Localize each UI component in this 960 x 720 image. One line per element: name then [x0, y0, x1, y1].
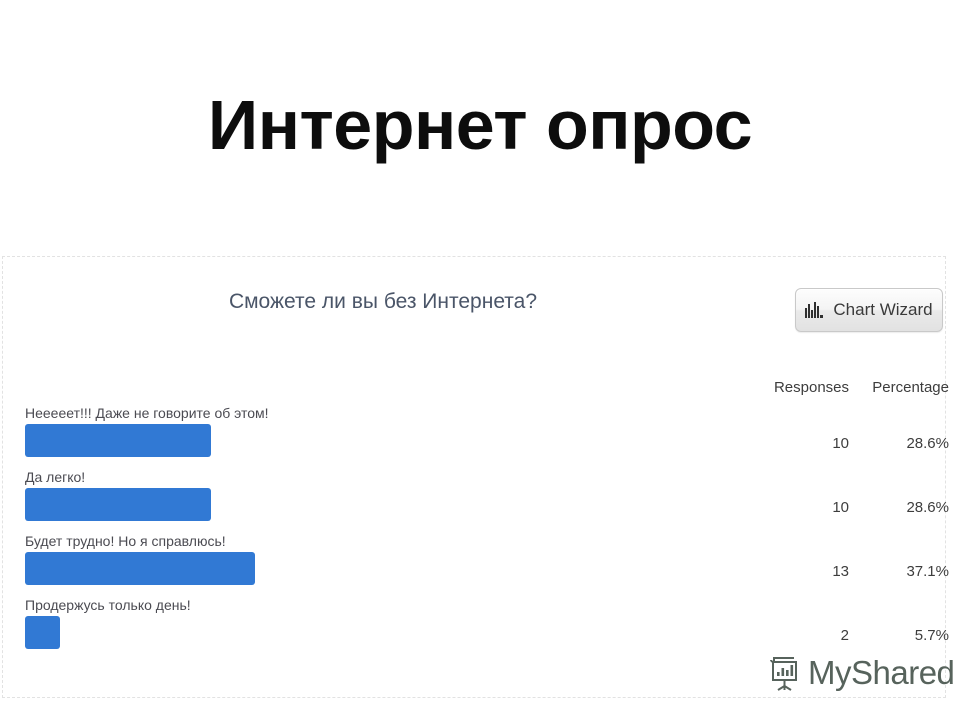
- percentage-value: 28.6%: [906, 499, 949, 516]
- flipchart-icon: [766, 654, 804, 692]
- answer-bar: [25, 424, 211, 457]
- answer-bar: [25, 552, 255, 585]
- answer-label: Нееееет!!! Даже не говорите об этом!: [25, 405, 269, 421]
- myshared-label: MyShared: [808, 654, 955, 691]
- bar-chart-icon: [805, 302, 824, 318]
- table-row: Нееееет!!! Даже не говорите об этом! 10 28…: [3, 405, 949, 469]
- column-header-percentage: Percentage: [872, 379, 949, 396]
- chart-wizard-button[interactable]: Chart Wizard: [795, 288, 943, 332]
- percentage-value: 28.6%: [906, 435, 949, 452]
- results-column-headers: Responses Percentage: [3, 379, 949, 401]
- table-row: Будет трудно! Но я справлюсь! 13 37.1%: [3, 533, 949, 597]
- answer-label: Продержусь только день!: [25, 597, 191, 613]
- answer-bar: [25, 488, 211, 521]
- percentage-value: 37.1%: [906, 563, 949, 580]
- percentage-value: 5.7%: [914, 627, 949, 644]
- panel-header: Сможете ли вы без Интернета? Chart Wizar…: [3, 257, 945, 332]
- chart-wizard-label: Chart Wizard: [833, 300, 933, 319]
- table-row: Да легко! 10 28.6%: [3, 469, 949, 533]
- answer-label: Будет трудно! Но я справлюсь!: [25, 533, 226, 549]
- myshared-watermark: MyShared: [766, 650, 955, 696]
- survey-rows: Нееееет!!! Даже не говорите об этом! 10 28…: [3, 405, 949, 661]
- answer-bar: [25, 616, 60, 649]
- page-title: Интернет опрос: [207, 86, 753, 164]
- survey-results-panel: Сможете ли вы без Интернета? Chart Wizar…: [2, 256, 949, 698]
- answer-label: Да легко!: [25, 469, 86, 485]
- survey-question-title: Сможете ли вы без Интернета?: [228, 290, 538, 313]
